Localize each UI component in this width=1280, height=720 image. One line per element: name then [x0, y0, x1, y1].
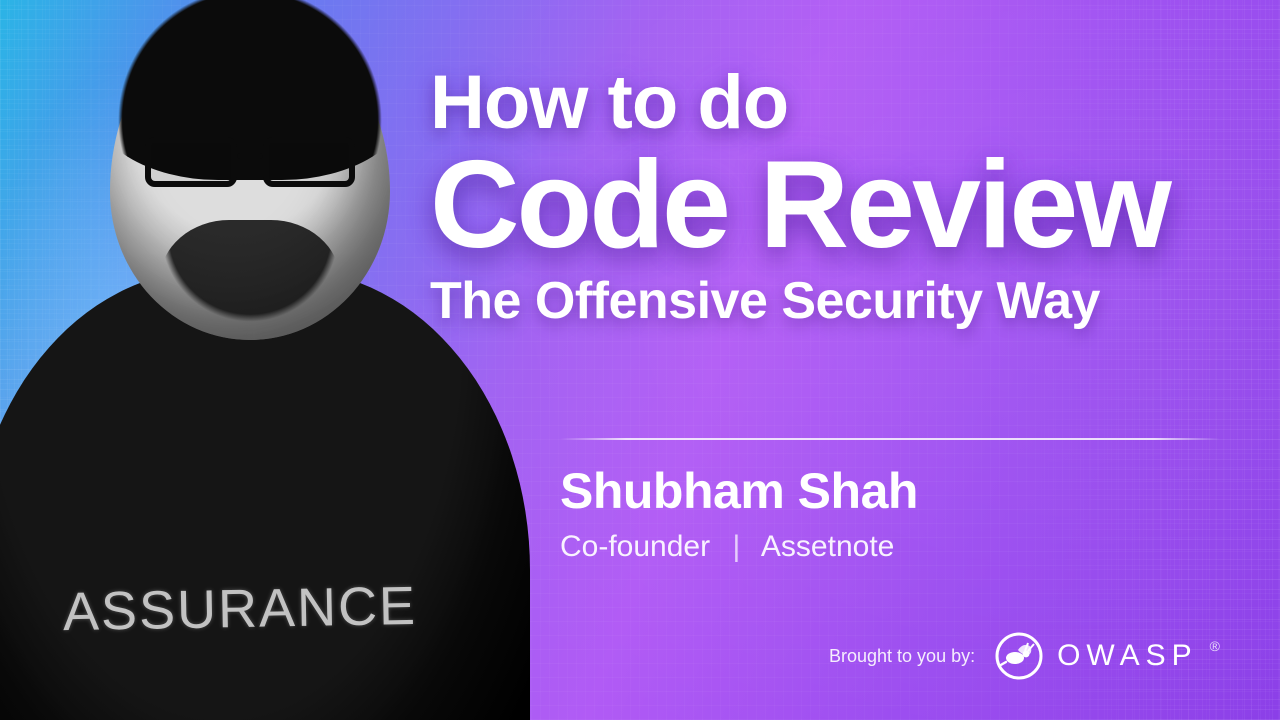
owasp-wasp-icon: [995, 632, 1043, 680]
speaker-name: Shubham Shah: [560, 462, 918, 520]
divider-line: [560, 438, 1220, 440]
speaker-subline: Co-founder | Assetnote: [560, 530, 918, 564]
bg-binary-left: [0, 0, 200, 720]
slide-card: ASSURANCE How to do Code Review The Offe…: [0, 0, 1280, 720]
title-line-1: How to do: [430, 65, 1230, 141]
sponsor-label: Brought to you by:: [829, 646, 975, 667]
title-line-2: Code Review: [430, 147, 1230, 265]
sponsor-brand: OWASP ®: [995, 632, 1220, 680]
subtitle: The Offensive Security Way: [430, 271, 1230, 331]
title-block: How to do Code Review The Offensive Secu…: [430, 65, 1230, 331]
speaker-role: Co-founder: [560, 530, 710, 563]
sponsor-block: Brought to you by: OWASP ®: [829, 632, 1220, 680]
speaker-company: Assetnote: [761, 530, 894, 563]
sponsor-brand-name: OWASP: [1057, 639, 1198, 673]
pipe-separator: |: [732, 530, 740, 564]
registered-mark: ®: [1210, 638, 1220, 654]
speaker-block: Shubham Shah Co-founder | Assetnote: [560, 462, 918, 564]
